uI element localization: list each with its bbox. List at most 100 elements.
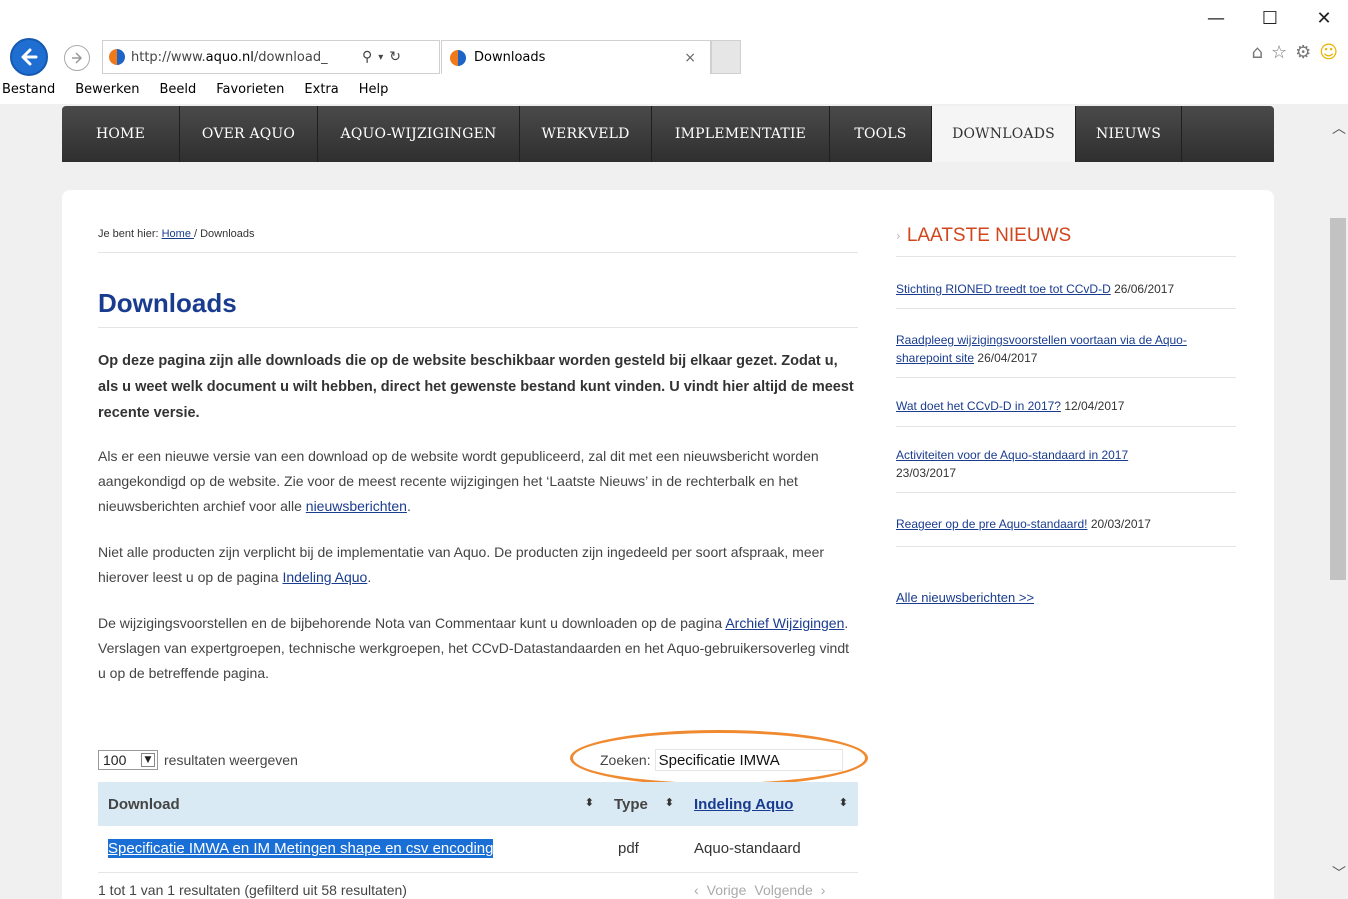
page-viewport: HOME OVER AQUO AQUO-WIJZIGINGEN WERKVELD… bbox=[0, 104, 1328, 899]
divider bbox=[896, 546, 1236, 547]
table-search: Zoeken: bbox=[600, 749, 843, 771]
gear-icon[interactable]: ⚙ bbox=[1295, 42, 1311, 63]
nav-downloads[interactable]: DOWNLOADS bbox=[932, 106, 1076, 162]
news-link[interactable]: Activiteiten voor de Aquo-standaard in 2… bbox=[896, 448, 1128, 462]
paragraph-text: . bbox=[406, 498, 411, 514]
divider bbox=[896, 256, 1236, 257]
downloads-table: Download ⬍ Type ⬍ Indeling Aquo ⬍ Specif… bbox=[98, 782, 858, 873]
divider bbox=[896, 377, 1236, 378]
browser-toolbar-icons: ⌂ ☆ ⚙ ☺ bbox=[1252, 42, 1338, 63]
forward-button[interactable] bbox=[64, 45, 90, 71]
new-tab-button[interactable] bbox=[711, 40, 741, 74]
download-link[interactable]: Specificatie IMWA en IM Metingen shape e… bbox=[108, 839, 494, 859]
page-title: Downloads bbox=[98, 288, 237, 318]
results-per-page-select[interactable]: 100 ▼ bbox=[98, 750, 158, 770]
menu-extra[interactable]: Extra bbox=[294, 80, 348, 102]
news-item: Raadpleeg wijzigingsvoorstellen voortaan… bbox=[896, 331, 1236, 367]
results-length-control: 100 ▼ resultaten weergeven bbox=[98, 750, 298, 770]
minimize-button[interactable]: — bbox=[1202, 8, 1230, 29]
sort-icon[interactable]: ⬍ bbox=[665, 796, 674, 809]
news-date: 23/03/2017 bbox=[896, 466, 957, 480]
menu-bewerken[interactable]: Bewerken bbox=[65, 80, 149, 102]
vertical-scrollbar[interactable]: ︿ ﹀ bbox=[1328, 104, 1348, 899]
chevron-down-icon[interactable]: ▼ bbox=[141, 753, 155, 767]
breadcrumb-prefix: Je bent hier: bbox=[98, 228, 162, 240]
site-favicon bbox=[109, 49, 125, 65]
cell-type: pdf bbox=[604, 826, 684, 873]
menu-bestand[interactable]: Bestand bbox=[0, 80, 65, 102]
tab-close-icon[interactable]: × bbox=[684, 50, 696, 66]
close-window-button[interactable]: ✕ bbox=[1310, 8, 1338, 29]
news-item: Stichting RIONED treedt toe tot CCvD-D 2… bbox=[896, 280, 1236, 298]
arrow-left-icon bbox=[21, 48, 38, 66]
pagination: ‹ Vorige Volgende › bbox=[694, 882, 825, 898]
tab-favicon bbox=[450, 49, 466, 66]
nav-tools[interactable]: TOOLS bbox=[830, 106, 932, 162]
nav-implementatie[interactable]: IMPLEMENTATIE bbox=[652, 106, 830, 162]
nav-home[interactable]: HOME bbox=[62, 106, 180, 162]
address-bar[interactable]: http://www.aquo.nl/download_ ⚲ ▾ ↻ bbox=[102, 40, 440, 74]
breadcrumb-home-link[interactable]: Home bbox=[162, 228, 194, 240]
archief-wijzigingen-link[interactable]: Archief Wijzigingen bbox=[725, 615, 844, 631]
search-icon[interactable]: ⚲ bbox=[362, 49, 372, 65]
breadcrumb-current: / Downloads bbox=[194, 228, 255, 240]
menu-help[interactable]: Help bbox=[349, 80, 399, 102]
table-row: Specificatie IMWA en IM Metingen shape e… bbox=[98, 826, 858, 873]
arrow-right-icon bbox=[72, 52, 83, 64]
home-icon[interactable]: ⌂ bbox=[1252, 42, 1263, 63]
refresh-icon[interactable]: ↻ bbox=[389, 49, 401, 65]
chevron-left-icon: ‹ bbox=[694, 882, 699, 898]
news-item: Wat doet het CCvD-D in 2017? 12/04/2017 bbox=[896, 397, 1236, 415]
news-link[interactable]: Wat doet het CCvD-D in 2017? bbox=[896, 399, 1061, 413]
column-header-indeling[interactable]: Indeling Aquo ⬍ bbox=[684, 782, 858, 826]
address-url[interactable]: http://www.aquo.nl/download_ bbox=[131, 50, 356, 65]
news-date: 12/04/2017 bbox=[1064, 399, 1125, 413]
maximize-button[interactable]: ☐ bbox=[1256, 8, 1284, 29]
intro-text: Op deze pagina zijn alle downloads die o… bbox=[98, 353, 854, 421]
column-label: Type bbox=[614, 795, 648, 813]
smiley-icon[interactable]: ☺ bbox=[1319, 42, 1338, 63]
news-link[interactable]: Reageer op de pre Aquo-standaard! bbox=[896, 517, 1087, 531]
table-header-row: Download ⬍ Type ⬍ Indeling Aquo ⬍ bbox=[98, 782, 858, 826]
sort-icon[interactable]: ⬍ bbox=[585, 796, 594, 809]
divider bbox=[98, 327, 858, 328]
nav-werkveld[interactable]: WERKVELD bbox=[520, 106, 652, 162]
news-link[interactable]: Raadpleeg wijzigingsvoorstellen voortaan… bbox=[896, 333, 1187, 365]
back-button[interactable] bbox=[10, 38, 48, 76]
menu-beeld[interactable]: Beeld bbox=[149, 80, 206, 102]
chevron-up-icon[interactable]: ︿ bbox=[1332, 118, 1346, 138]
browser-tab[interactable]: Downloads × bbox=[441, 40, 711, 74]
all-news-link[interactable]: Alle nieuwsberichten >> bbox=[896, 590, 1034, 605]
nav-aquo-wijzigingen[interactable]: AQUO-WIJZIGINGEN bbox=[318, 106, 520, 162]
latest-news-title: LAATSTE NIEUWS bbox=[906, 225, 1072, 246]
next-page-button[interactable]: Volgende bbox=[754, 882, 812, 898]
chevron-right-icon: › bbox=[896, 229, 901, 243]
cell-indeling: Aquo-standaard bbox=[684, 826, 858, 873]
search-input[interactable] bbox=[654, 749, 843, 771]
latest-news-heading: › LAATSTE NIEUWS bbox=[896, 225, 1071, 247]
menu-bar: Bestand Bewerken Beeld Favorieten Extra … bbox=[0, 80, 1348, 102]
cell-download: Specificatie IMWA en IM Metingen shape e… bbox=[98, 826, 604, 873]
sort-icon[interactable]: ⬍ bbox=[839, 796, 848, 809]
chevron-down-icon[interactable]: ﹀ bbox=[1332, 863, 1346, 883]
news-item: Activiteiten voor de Aquo-standaard in 2… bbox=[896, 446, 1236, 482]
star-icon[interactable]: ☆ bbox=[1271, 42, 1287, 63]
nav-nieuws[interactable]: NIEUWS bbox=[1076, 106, 1182, 162]
dropdown-icon[interactable]: ▾ bbox=[378, 52, 383, 63]
column-label-link[interactable]: Indeling Aquo bbox=[694, 796, 793, 813]
scrollbar-thumb[interactable] bbox=[1330, 218, 1346, 580]
main-navigation: HOME OVER AQUO AQUO-WIJZIGINGEN WERKVELD… bbox=[62, 106, 1274, 162]
previous-page-button[interactable]: Vorige bbox=[707, 882, 747, 898]
indeling-aquo-link[interactable]: Indeling Aquo bbox=[282, 569, 367, 585]
menu-favorieten[interactable]: Favorieten bbox=[206, 80, 294, 102]
content-card: Je bent hier: Home / Downloads Downloads… bbox=[62, 190, 1274, 899]
paragraph-text: Als er een nieuwe versie van een downloa… bbox=[98, 448, 819, 514]
divider bbox=[896, 426, 1236, 427]
news-link[interactable]: Stichting RIONED treedt toe tot CCvD-D bbox=[896, 282, 1111, 296]
nieuwsberichten-link[interactable]: nieuwsberichten bbox=[306, 498, 407, 514]
window-controls: — ☐ ✕ bbox=[1202, 8, 1338, 29]
column-header-type[interactable]: Type ⬍ bbox=[604, 782, 684, 826]
divider bbox=[896, 492, 1236, 493]
nav-over-aquo[interactable]: OVER AQUO bbox=[180, 106, 318, 162]
column-header-download[interactable]: Download ⬍ bbox=[98, 782, 604, 826]
